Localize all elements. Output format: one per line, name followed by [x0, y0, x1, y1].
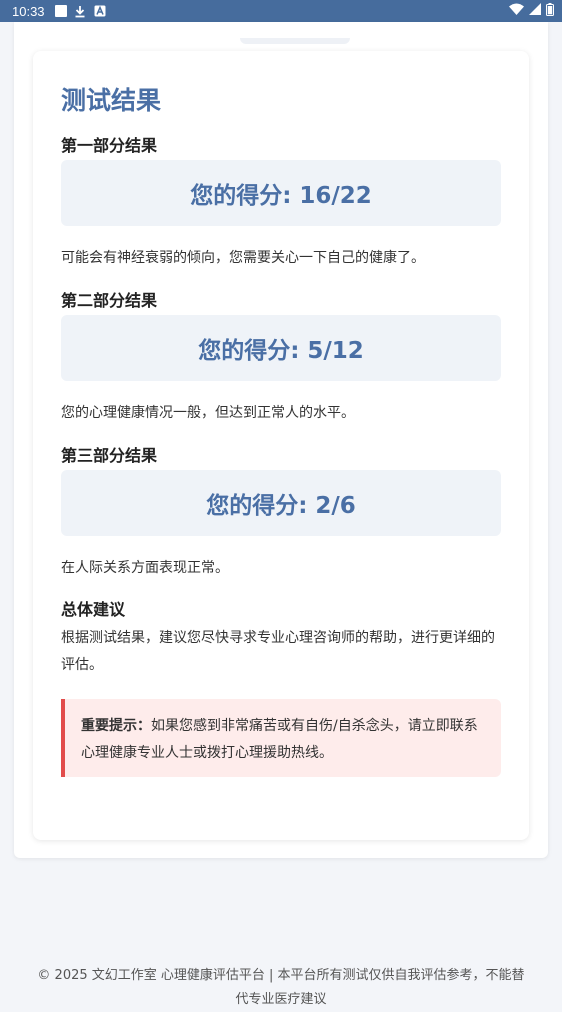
advice-text: 根据测试结果，建议您尽快寻求专业心理咨询师的帮助，进行更详细的评估。 [61, 630, 495, 673]
section-heading: 第三部分结果 [61, 446, 158, 465]
advice-heading: 总体建议 [61, 600, 126, 619]
warning-label: 重要提示： [81, 718, 151, 734]
section-description: 在人际关系方面表现正常。 [61, 560, 229, 576]
wifi-icon [509, 3, 524, 19]
section-description: 可能会有神经衰弱的倾向，您需要关心一下自己的健康了。 [61, 250, 425, 266]
download-icon [73, 4, 87, 18]
footer: © 2025 文幻工作室 心理健康评估平台 | 本平台所有测试仅供自我评估参考，… [37, 968, 525, 1007]
app-a-icon [93, 4, 107, 18]
status-left: 10:33 [12, 4, 107, 19]
result-title: 测试结果 [61, 86, 162, 115]
status-bar: 10:33 [0, 0, 562, 22]
score-box: 您的得分: 5/12 [61, 315, 501, 381]
score-box: 您的得分: 2/6 [61, 470, 501, 536]
section-heading: 第一部分结果 [61, 136, 158, 155]
signal-icon [529, 3, 541, 19]
section-heading: 第二部分结果 [61, 291, 158, 310]
section-description: 您的心理健康情况一般，但达到正常人的水平。 [61, 405, 355, 421]
status-right [509, 2, 554, 20]
status-time: 10:33 [12, 3, 45, 19]
result-card: 测试结果 第一部分结果 您的得分: 16/22 可能会有神经衰弱的倾向，您需要关… [33, 51, 529, 840]
notification-square-icon [54, 5, 67, 17]
warning-notice: 重要提示：如果您感到非常痛苦或有自伤/自杀念头，请立即联系心理健康专业人士或拨打… [61, 699, 501, 777]
section-part-2: 第二部分结果 您的得分: 5/12 您的心理健康情况一般，但达到正常人的水平。 [61, 290, 501, 431]
score-box: 您的得分: 16/22 [61, 160, 501, 226]
section-part-3: 第三部分结果 您的得分: 2/6 在人际关系方面表现正常。 [61, 445, 501, 586]
battery-icon [546, 2, 554, 20]
top-tab-remnant [240, 38, 350, 44]
section-part-1: 第一部分结果 您的得分: 16/22 可能会有神经衰弱的倾向，您需要关心一下自己… [61, 135, 501, 276]
